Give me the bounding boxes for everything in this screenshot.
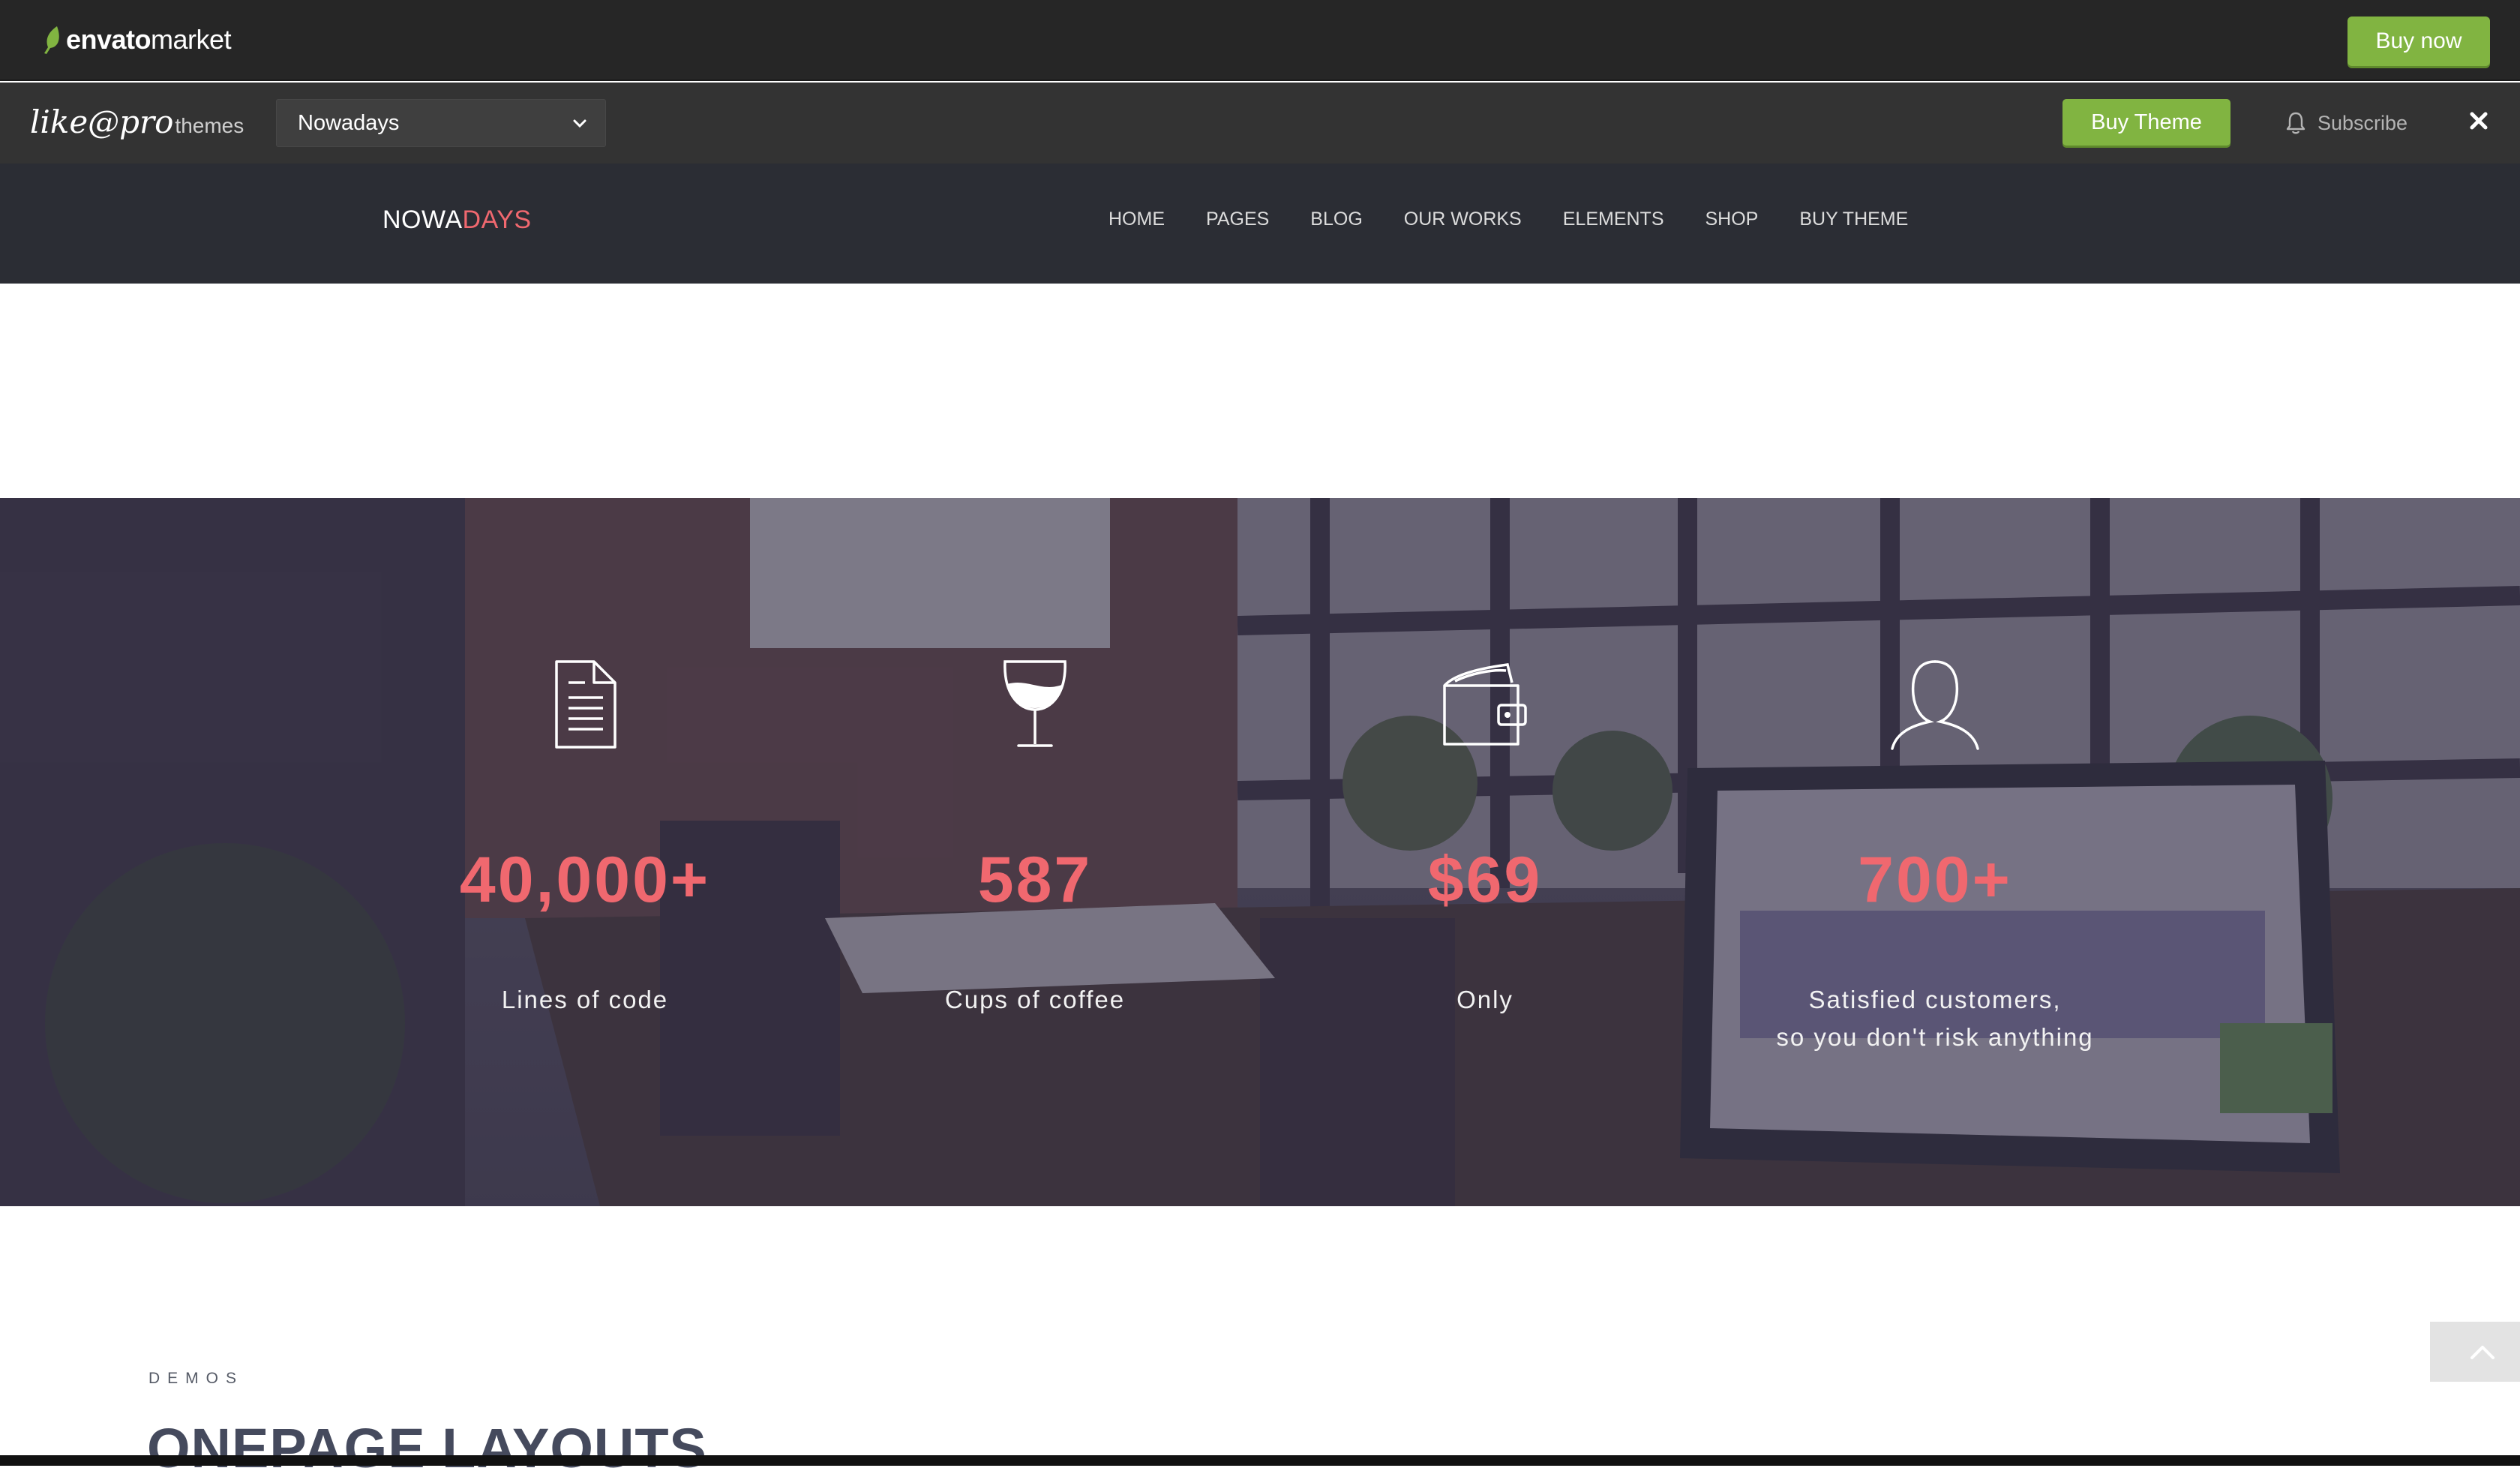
stat-label-line: Only [1456,986,1514,1013]
stat-label-line: so you don't risk anything [1776,1023,2094,1051]
stats-overlay [0,498,2520,1206]
demo-switcher-bar: like@pro themes Nowadays Buy Theme Subsc… [0,83,2520,164]
subscribe-label: Subscribe [2318,111,2408,134]
stat-cups-of-coffee: 587 Cups of coffee [840,498,1230,1206]
stat-value: 700+ [1858,844,2012,916]
nav-item-pages[interactable]: PAGES [1206,209,1269,230]
stat-value: 40,000+ [459,844,711,916]
scroll-to-top-button[interactable] [2430,1322,2520,1382]
envato-market-text: market [151,24,232,55]
stat-value: 587 [977,844,1093,916]
bell-icon [2286,112,2306,134]
logo-part-nowa: NOWA [382,206,463,234]
site-header: NOWADAYS HOME PAGES BLOG OUR WORKS ELEME… [0,164,2520,284]
envato-brand-text: envato [66,24,152,55]
main-nav: HOME PAGES BLOG OUR WORKS ELEMENTS SHOP … [1108,209,1908,230]
nowadays-logo[interactable]: NOWADAYS [382,206,532,235]
likepro-themes-logo[interactable]: like@pro themes [30,104,244,140]
demos-eyebrow: DEMOS [148,1370,244,1387]
wine-glass-icon [1004,660,1066,747]
stat-value: $69 [1427,844,1543,916]
envato-leaf-icon [44,26,59,54]
document-icon [555,660,616,749]
stat-label-line: Satisfied customers, [1808,986,2062,1013]
buy-theme-button[interactable]: Buy Theme [2062,99,2230,146]
nav-item-shop[interactable]: SHOP [1706,209,1759,230]
nav-item-buy-theme[interactable]: BUY THEME [1799,209,1908,230]
stat-label: Cups of coffee [840,981,1230,1019]
theme-select-dropdown[interactable]: Nowadays [276,99,606,147]
chevron-up-icon [2470,1346,2494,1359]
nav-item-elements[interactable]: ELEMENTS [1563,209,1664,230]
stat-label-line: Cups of coffee [944,986,1126,1013]
wallet-icon [1443,663,1527,746]
stat-satisfied-customers: 700+ Satisfied customers, so you don't r… [1740,498,2130,1206]
demos-title: ONEPAGE LAYOUTS [147,1417,707,1479]
bottom-edge-bar [0,1455,2520,1466]
stat-price: $69 Only [1290,498,1680,1206]
nav-item-home[interactable]: HOME [1108,209,1165,230]
stat-label-line: Lines of code [501,986,669,1013]
nav-item-our-works[interactable]: OUR WORKS [1404,209,1522,230]
person-icon [1891,660,1979,750]
stat-lines-of-code: 40,000+ Lines of code [390,498,780,1206]
stat-label: Satisfied customers, so you don't risk a… [1740,981,2130,1056]
subscribe-link[interactable]: Subscribe [2284,105,2408,141]
nav-item-blog[interactable]: BLOG [1310,209,1362,230]
theme-select-value: Nowadays [298,110,400,135]
chevron-down-icon [573,119,586,128]
envato-top-bar: envato market Buy now [0,0,2520,81]
likepro-logo-themes: themes [175,114,244,137]
close-icon [2470,112,2488,130]
likepro-logo-script: like@pro [30,104,174,140]
stat-label: Only [1290,981,1680,1019]
close-button[interactable] [2468,110,2490,132]
envato-market-logo[interactable]: envato market [42,21,232,59]
buy-now-button[interactable]: Buy now [2348,17,2490,66]
stat-label: Lines of code [390,981,780,1019]
logo-part-days: DAYS [462,206,532,234]
stats-section: 40,000+ Lines of code 587 Cups of coffee… [0,498,2520,1206]
